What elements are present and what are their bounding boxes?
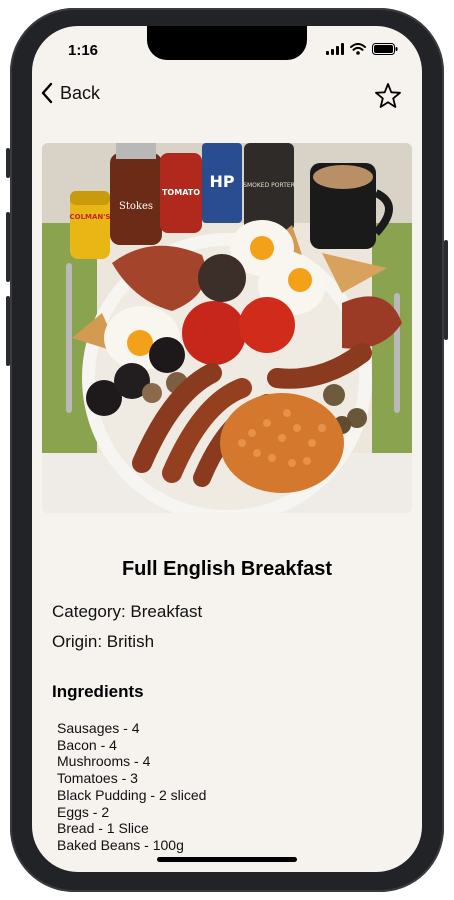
phone-side-button — [6, 148, 10, 178]
status-time: 1:16 — [68, 42, 99, 59]
list-item: Tomatoes - 3 — [57, 770, 138, 787]
jar-label: COLMAN'S — [70, 213, 111, 221]
list-item: Sausages - 4 — [57, 720, 140, 736]
chevron-left-icon — [41, 82, 53, 104]
phone-side-button — [6, 212, 10, 282]
phone-side-button — [444, 240, 448, 340]
list-item: Bacon - 4 — [57, 736, 117, 753]
list-item: Eggs - 2 — [57, 803, 110, 820]
recipe-origin: Origin: British — [52, 632, 155, 651]
bottle-label: SMOKED PORTER — [243, 182, 295, 189]
back-label: Back — [60, 82, 101, 103]
breakfast-plate-illustration: COLMAN'S Stokes TOMATO HP SMOKED PORTER — [42, 143, 412, 513]
signal-icon — [326, 43, 344, 55]
favorite-button[interactable] — [374, 82, 402, 110]
star-icon — [375, 83, 401, 108]
ingredients-heading: Ingredients — [52, 682, 144, 701]
ingredients-list: Sausages - 4 Bacon - 4 Mushrooms - 4 Tom… — [57, 720, 206, 854]
list-item: Black Pudding - 2 sliced — [57, 786, 207, 803]
recipe-photo: COLMAN'S Stokes TOMATO HP SMOKED PORTER — [42, 143, 412, 513]
recipe-category: Category: Breakfast — [52, 602, 203, 621]
list-item: Bread - 1 Slice — [57, 820, 149, 837]
bottle-label: HP — [209, 172, 234, 191]
recipe-title: Full English Breakfast — [121, 558, 333, 580]
phone-side-button — [6, 296, 10, 366]
back-button[interactable]: Back — [40, 82, 100, 104]
battery-icon — [372, 43, 398, 55]
home-indicator[interactable] — [157, 857, 297, 862]
list-item: Baked Beans - 100g — [57, 836, 184, 853]
list-item: Mushrooms - 4 — [57, 753, 151, 770]
app-screen: 1:16 Back COLMAN'S Stokes TOMATO HP SMOK… — [32, 26, 422, 872]
status-icons — [326, 43, 398, 55]
bottle-label: Stokes — [119, 201, 153, 212]
wifi-icon — [350, 43, 366, 55]
condiment-jar: COLMAN'S — [70, 191, 111, 259]
notch — [147, 26, 307, 60]
bottle-label: TOMATO — [162, 188, 200, 197]
navigation-bar: Back — [32, 80, 422, 120]
